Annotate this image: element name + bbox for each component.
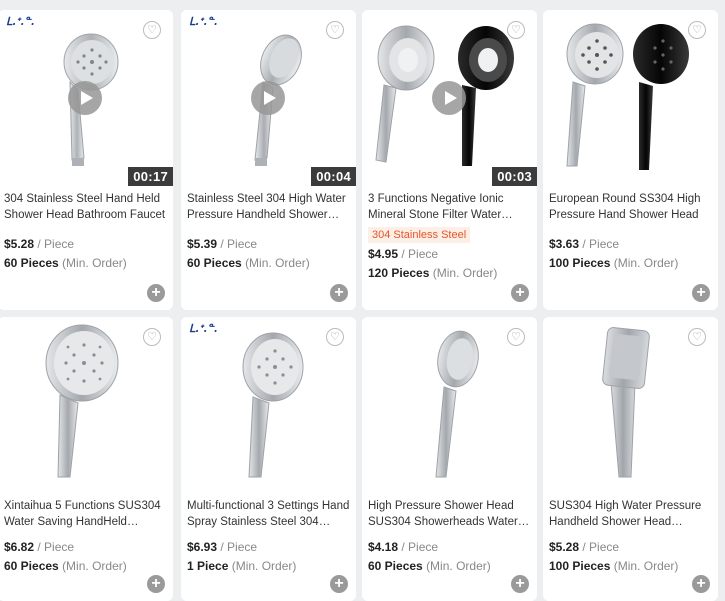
min-order-note: (Min. Order) [62, 256, 127, 270]
product-title[interactable]: High Pressure Shower Head SUS304 Showerh… [368, 498, 533, 530]
heart-icon[interactable]: ♡ [688, 21, 706, 39]
product-title[interactable]: 304 Stainless Steel Hand Held Shower Hea… [4, 191, 169, 223]
price-unit: / Piece [582, 237, 620, 251]
price-unit: / Piece [37, 540, 75, 554]
min-order-note: (Min. Order) [432, 266, 498, 280]
min-order-note: (Min. Order) [245, 256, 310, 270]
price-unit: / Piece [37, 237, 75, 251]
product-card[interactable]: ᒪ.ᕀ.ᓐ. ♡ Multi-functional 3 Settings Han… [181, 317, 356, 601]
play-button[interactable] [432, 81, 466, 115]
min-order-quantity: 60 Pieces [368, 559, 423, 573]
play-icon [263, 91, 276, 105]
product-card[interactable]: ᒪ.ᕀ.ᓐ. ♡ 00:04 Stainless Steel 304 High … [181, 10, 356, 310]
min-order-note: (Min. Order) [231, 559, 297, 573]
plus-icon[interactable]: + [147, 284, 165, 302]
price-unit: / Piece [401, 247, 439, 261]
product-price: $5.28 [4, 237, 35, 251]
play-button[interactable] [68, 81, 102, 115]
product-image[interactable]: ♡ [543, 10, 718, 186]
product-image[interactable]: ♡ [0, 317, 173, 493]
plus-icon[interactable]: + [147, 575, 165, 593]
heart-icon[interactable]: ♡ [143, 21, 161, 39]
price-unit: / Piece [582, 540, 620, 554]
product-title[interactable]: Stainless Steel 304 High Water Pressure … [187, 191, 352, 223]
video-duration: 00:17 [128, 167, 173, 186]
product-price: $5.28 [549, 540, 580, 554]
price-unit: / Piece [220, 237, 258, 251]
plus-icon[interactable]: + [511, 284, 529, 302]
product-image[interactable]: ♡ [362, 317, 537, 493]
heart-icon[interactable]: ♡ [143, 328, 161, 346]
product-card[interactable]: ♡ European Round SS304 High Pressure Han… [543, 10, 718, 310]
material-badge: 304 Stainless Steel [368, 227, 471, 243]
min-order-note: (Min. Order) [613, 256, 679, 270]
product-image[interactable]: ᒪ.ᕀ.ᓐ. ♡ 00:04 [181, 10, 356, 186]
play-icon [80, 91, 93, 105]
product-price: $4.95 [368, 247, 399, 261]
product-title[interactable]: European Round SS304 High Pressure Hand … [549, 191, 714, 223]
product-card[interactable]: ♡ 00:03 3 Functions Negative Ionic Miner… [362, 10, 537, 310]
play-icon [444, 91, 457, 105]
min-order-quantity: 100 Pieces [549, 256, 611, 270]
video-duration: 00:04 [311, 167, 356, 186]
heart-icon[interactable]: ♡ [507, 21, 525, 39]
product-card[interactable]: ♡ Xintaihua 5 Functions SUS304 Water Sav… [0, 317, 173, 601]
min-order-quantity: 100 Pieces [549, 559, 611, 573]
product-image[interactable]: ᒪ.ᕀ.ᓐ. ♡ [181, 317, 356, 493]
heart-icon[interactable]: ♡ [507, 328, 525, 346]
plus-icon[interactable]: + [330, 575, 348, 593]
price-unit: / Piece [220, 540, 258, 554]
heart-icon[interactable]: ♡ [326, 328, 344, 346]
product-price: $6.93 [187, 540, 218, 554]
product-title[interactable]: SUS304 High Water Pressure Handheld Show… [549, 498, 714, 530]
product-price: $4.18 [368, 540, 399, 554]
product-card[interactable]: ᒪ.ᕀ.ᓐ. ♡ 00:17 304 Stainless Steel Hand … [0, 10, 173, 310]
play-button[interactable] [251, 81, 285, 115]
min-order-note: (Min. Order) [613, 559, 679, 573]
min-order-quantity: 1 Piece [187, 559, 229, 573]
product-title[interactable]: Multi-functional 3 Settings Hand Spray S… [187, 498, 352, 530]
product-price: $3.63 [549, 237, 580, 251]
product-image[interactable]: ᒪ.ᕀ.ᓐ. ♡ 00:17 [0, 10, 173, 186]
plus-icon[interactable]: + [511, 575, 529, 593]
min-order-quantity: 60 Pieces [187, 256, 242, 270]
product-title[interactable]: 3 Functions Negative Ionic Mineral Stone… [368, 191, 533, 223]
plus-icon[interactable]: + [692, 284, 710, 302]
min-order-quantity: 60 Pieces [4, 559, 59, 573]
product-price: $6.82 [4, 540, 35, 554]
min-order-note: (Min. Order) [426, 559, 491, 573]
product-price: $5.39 [187, 237, 218, 251]
product-image[interactable]: ♡ 00:03 [362, 10, 537, 186]
heart-icon[interactable]: ♡ [688, 328, 706, 346]
video-duration: 00:03 [492, 167, 537, 186]
product-card[interactable]: ♡ SUS304 High Water Pressure Handheld Sh… [543, 317, 718, 601]
min-order-note: (Min. Order) [62, 559, 127, 573]
price-unit: / Piece [401, 540, 439, 554]
plus-icon[interactable]: + [330, 284, 348, 302]
product-image[interactable]: ♡ [543, 317, 718, 493]
product-title[interactable]: Xintaihua 5 Functions SUS304 Water Savin… [4, 498, 169, 530]
plus-icon[interactable]: + [692, 575, 710, 593]
min-order-quantity: 120 Pieces [368, 266, 430, 280]
min-order-quantity: 60 Pieces [4, 256, 59, 270]
heart-icon[interactable]: ♡ [326, 21, 344, 39]
product-card[interactable]: ♡ High Pressure Shower Head SUS304 Showe… [362, 317, 537, 601]
